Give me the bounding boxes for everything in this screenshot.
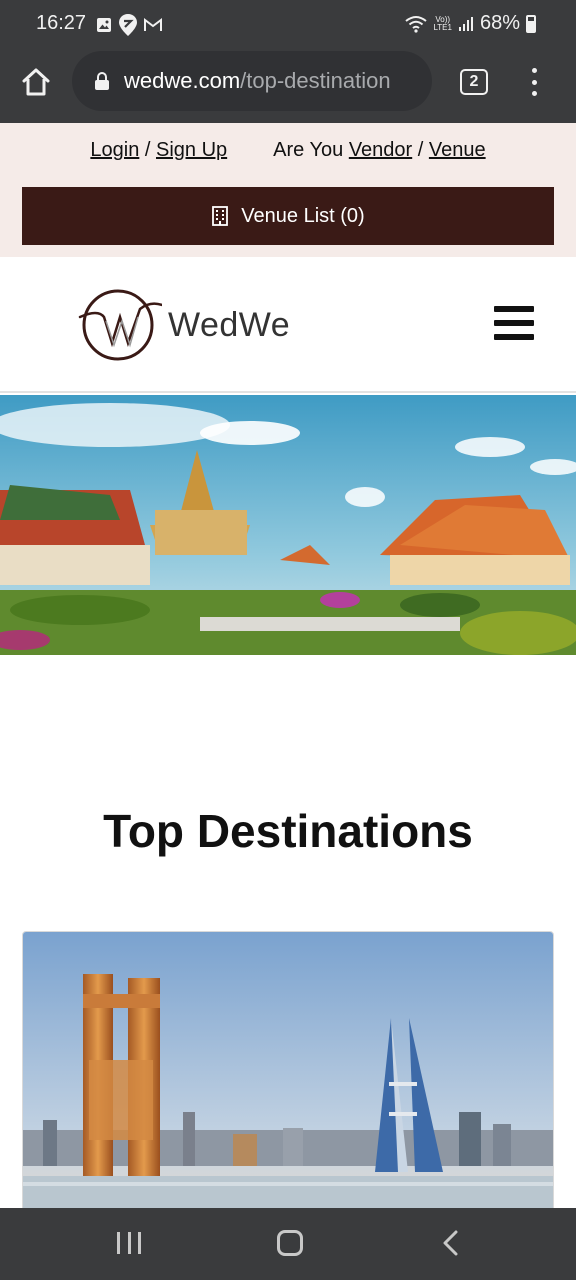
battery-percent: 68%: [479, 12, 520, 34]
bahrain-skyline-image: [23, 932, 553, 1220]
sign-up-link[interactable]: Sign Up: [156, 139, 227, 161]
url-text: wedwe.com/top-destination: [124, 68, 391, 94]
temple-landscape-image: [0, 395, 576, 655]
auth-links: Login / Sign Up Are You Vendor / Venue: [0, 139, 576, 162]
vendor-prompt: Are You: [273, 139, 344, 161]
account-bar: Login / Sign Up Are You Vendor / Venue V…: [0, 123, 576, 257]
venue-list-label: Venue List (0): [241, 204, 365, 227]
back-icon[interactable]: [440, 1230, 462, 1256]
url-path: /top-destination: [240, 68, 391, 93]
destination-card[interactable]: [22, 931, 554, 1221]
status-bar: 16:27 Vo)) LTE1 68%: [0, 0, 576, 50]
building-icon: [212, 206, 229, 226]
hamburger-menu-icon[interactable]: [494, 306, 534, 340]
logo-text: WedWe: [168, 305, 291, 344]
lock-icon[interactable]: [94, 71, 110, 91]
section-title: Top Destinations: [0, 804, 576, 858]
kebab-menu-icon[interactable]: [522, 66, 546, 98]
gallery-icon: [97, 18, 111, 32]
tab-switcher-button[interactable]: 2: [460, 69, 488, 95]
home-button-icon[interactable]: [277, 1230, 303, 1256]
status-right: Vo)) LTE1 68%: [405, 12, 536, 35]
hero-image: [0, 395, 576, 655]
venue-link[interactable]: Venue: [429, 139, 486, 161]
system-navigation-bar: [0, 1208, 576, 1280]
vendor-link[interactable]: Vendor: [349, 139, 412, 161]
status-time: 16:27: [36, 12, 87, 34]
venue-list-button[interactable]: Venue List (0): [22, 187, 554, 245]
swiggy-icon: [119, 14, 137, 36]
battery-icon: [526, 14, 536, 33]
volte-label: Vo)) LTE1: [433, 14, 452, 32]
separator: /: [417, 139, 424, 161]
login-link[interactable]: Login: [90, 139, 139, 161]
gmail-icon: [144, 18, 162, 31]
signal-icon: [458, 16, 473, 31]
url-domain: wedwe.com: [124, 68, 241, 93]
site-header: WedWe: [0, 257, 576, 393]
logo-mark: [78, 289, 162, 361]
wifi-icon: [405, 15, 428, 33]
separator: /: [144, 139, 151, 161]
title-regular: Top: [103, 805, 185, 857]
recent-apps-icon[interactable]: [117, 1232, 141, 1254]
title-bold: Destinations: [196, 805, 473, 857]
notification-icons: [96, 13, 162, 37]
home-icon[interactable]: [20, 66, 52, 98]
wedwe-logo[interactable]: WedWe: [78, 287, 290, 363]
address-bar[interactable]: wedwe.com/top-destination: [72, 51, 432, 111]
browser-toolbar: wedwe.com/top-destination 2: [0, 50, 576, 123]
